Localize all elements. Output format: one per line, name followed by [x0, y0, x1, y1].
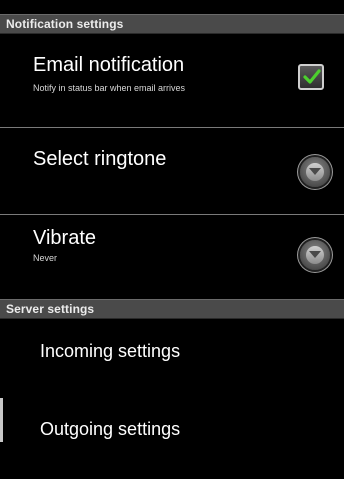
select-ringtone-title: Select ringtone — [33, 148, 167, 170]
select-ringtone-preference[interactable]: Select ringtone — [0, 128, 344, 214]
vibrate-summary: Never — [33, 253, 58, 263]
email-notification-summary: Notify in status bar when email arrives — [33, 83, 186, 93]
notification-settings-header: Notification settings — [0, 14, 344, 34]
ringtone-dropdown-icon[interactable] — [300, 157, 330, 187]
email-notification-title: Email notification — [33, 54, 185, 76]
incoming-settings-title: Incoming settings — [40, 341, 181, 361]
server-settings-header: Server settings — [0, 299, 344, 319]
chevron-down-icon — [309, 168, 321, 175]
outgoing-settings-item[interactable]: Outgoing settings — [0, 398, 344, 479]
vibrate-dropdown-icon[interactable] — [300, 240, 330, 270]
vibrate-preference[interactable]: Vibrate Never — [0, 215, 344, 299]
incoming-settings-item[interactable]: Incoming settings — [0, 319, 344, 397]
checkmark-icon — [303, 69, 321, 84]
chevron-down-icon — [309, 251, 321, 258]
outgoing-settings-title: Outgoing settings — [40, 419, 181, 439]
email-notification-checkbox[interactable] — [298, 64, 324, 90]
vibrate-title: Vibrate — [33, 227, 97, 249]
email-notification-preference[interactable]: Email notification Notify in status bar … — [0, 34, 344, 127]
